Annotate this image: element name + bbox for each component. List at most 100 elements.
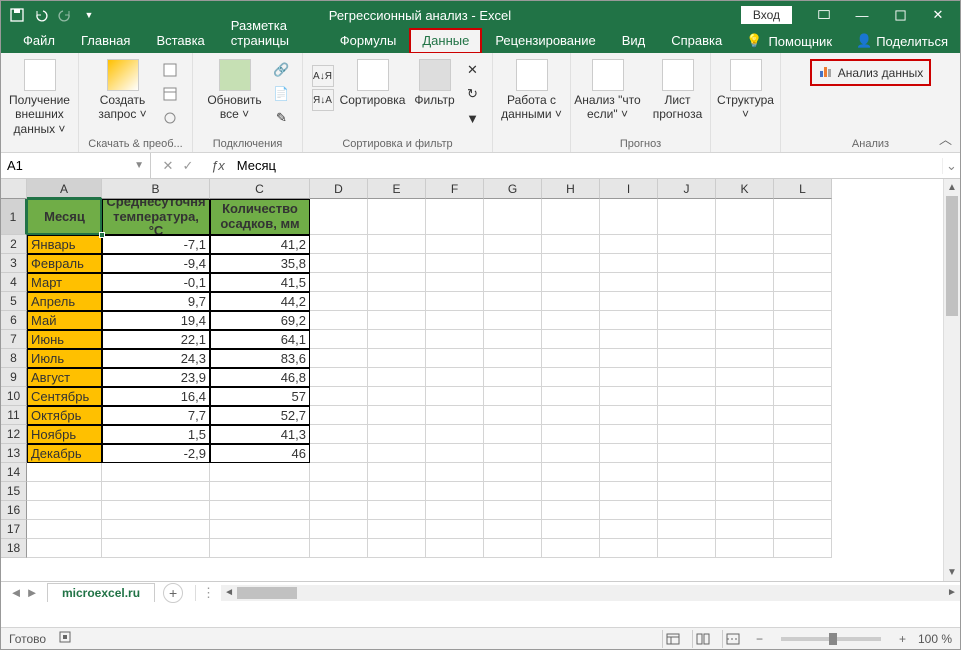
- cell[interactable]: [368, 463, 426, 482]
- cell[interactable]: [658, 482, 716, 501]
- row-header[interactable]: 3: [1, 254, 27, 273]
- collapse-ribbon-icon[interactable]: ︿: [939, 129, 952, 148]
- cell[interactable]: [774, 425, 832, 444]
- column-header[interactable]: I: [600, 179, 658, 199]
- cell[interactable]: [716, 406, 774, 425]
- cell[interactable]: 23,9: [102, 368, 210, 387]
- cell[interactable]: [542, 387, 600, 406]
- cell[interactable]: [368, 273, 426, 292]
- row-header[interactable]: 9: [1, 368, 27, 387]
- cell[interactable]: [368, 539, 426, 558]
- cell[interactable]: [484, 406, 542, 425]
- cell[interactable]: [600, 387, 658, 406]
- forecast-sheet-button[interactable]: Лист прогноза: [647, 55, 709, 122]
- cell[interactable]: [658, 254, 716, 273]
- page-break-view-icon[interactable]: [722, 630, 744, 648]
- new-sheet-button[interactable]: +: [163, 583, 183, 603]
- row-header[interactable]: 6: [1, 311, 27, 330]
- cell[interactable]: -9,4: [102, 254, 210, 273]
- cell[interactable]: 19,4: [102, 311, 210, 330]
- column-header[interactable]: F: [426, 179, 484, 199]
- cell[interactable]: [484, 273, 542, 292]
- cell[interactable]: [484, 482, 542, 501]
- qat-customize-icon[interactable]: ▼: [79, 5, 99, 25]
- cell[interactable]: [716, 311, 774, 330]
- cell[interactable]: [484, 349, 542, 368]
- cell[interactable]: [600, 349, 658, 368]
- cell[interactable]: [542, 349, 600, 368]
- cell[interactable]: [774, 235, 832, 254]
- tab-view[interactable]: Вид: [610, 29, 658, 53]
- tab-scroll-left-icon[interactable]: ◄: [9, 585, 23, 600]
- cell[interactable]: [542, 330, 600, 349]
- column-header[interactable]: J: [658, 179, 716, 199]
- row-header[interactable]: 14: [1, 463, 27, 482]
- cell[interactable]: [716, 425, 774, 444]
- cell[interactable]: [542, 311, 600, 330]
- cell[interactable]: [484, 235, 542, 254]
- cell[interactable]: [310, 501, 368, 520]
- cell[interactable]: [102, 501, 210, 520]
- insert-function-icon[interactable]: ƒx: [205, 158, 231, 173]
- row-header[interactable]: 18: [1, 539, 27, 558]
- cell[interactable]: [426, 463, 484, 482]
- cell[interactable]: [426, 330, 484, 349]
- cell[interactable]: [484, 387, 542, 406]
- cell[interactable]: [368, 349, 426, 368]
- tab-help[interactable]: Справка: [659, 29, 734, 53]
- cell[interactable]: [774, 539, 832, 558]
- tab-home[interactable]: Главная: [69, 29, 142, 53]
- advanced-filter-icon[interactable]: ▼: [462, 107, 484, 129]
- cell[interactable]: [600, 482, 658, 501]
- cell[interactable]: [310, 482, 368, 501]
- cell[interactable]: 16,4: [102, 387, 210, 406]
- cell[interactable]: Июль: [27, 349, 102, 368]
- cell[interactable]: [774, 199, 832, 235]
- cell[interactable]: -7,1: [102, 235, 210, 254]
- tell-me[interactable]: 💡Помощник: [736, 29, 842, 53]
- cell[interactable]: 57: [210, 387, 310, 406]
- cell[interactable]: [368, 368, 426, 387]
- tab-file[interactable]: Файл: [11, 29, 67, 53]
- cell[interactable]: Июнь: [27, 330, 102, 349]
- cell[interactable]: Ноябрь: [27, 425, 102, 444]
- cell[interactable]: [426, 199, 484, 235]
- cell[interactable]: [210, 539, 310, 558]
- cell[interactable]: [774, 330, 832, 349]
- column-header[interactable]: E: [368, 179, 426, 199]
- cell[interactable]: [310, 520, 368, 539]
- cell[interactable]: [426, 311, 484, 330]
- cell[interactable]: 46,8: [210, 368, 310, 387]
- cell[interactable]: [27, 501, 102, 520]
- cell[interactable]: [774, 254, 832, 273]
- cell[interactable]: [542, 292, 600, 311]
- cell[interactable]: [368, 254, 426, 273]
- cell[interactable]: [484, 463, 542, 482]
- cell[interactable]: [658, 273, 716, 292]
- cell[interactable]: [426, 254, 484, 273]
- cell[interactable]: [542, 425, 600, 444]
- cell[interactable]: [484, 199, 542, 235]
- cell[interactable]: [716, 235, 774, 254]
- cell[interactable]: [368, 501, 426, 520]
- tab-review[interactable]: Рецензирование: [483, 29, 607, 53]
- cell[interactable]: 44,2: [210, 292, 310, 311]
- cell[interactable]: [774, 292, 832, 311]
- edit-links-icon[interactable]: ✎: [271, 107, 293, 129]
- cell[interactable]: [102, 482, 210, 501]
- column-header[interactable]: D: [310, 179, 368, 199]
- reapply-icon[interactable]: ↻: [462, 83, 484, 105]
- cell[interactable]: [600, 311, 658, 330]
- cell[interactable]: 35,8: [210, 254, 310, 273]
- data-analysis-button[interactable]: Анализ данных: [810, 59, 931, 86]
- save-icon[interactable]: [7, 5, 27, 25]
- row-header[interactable]: 12: [1, 425, 27, 444]
- cell[interactable]: [426, 482, 484, 501]
- cell[interactable]: [426, 368, 484, 387]
- cell[interactable]: [600, 425, 658, 444]
- row-header[interactable]: 13: [1, 444, 27, 463]
- cell[interactable]: 41,3: [210, 425, 310, 444]
- cell[interactable]: 41,5: [210, 273, 310, 292]
- cell[interactable]: [484, 330, 542, 349]
- cell[interactable]: [716, 368, 774, 387]
